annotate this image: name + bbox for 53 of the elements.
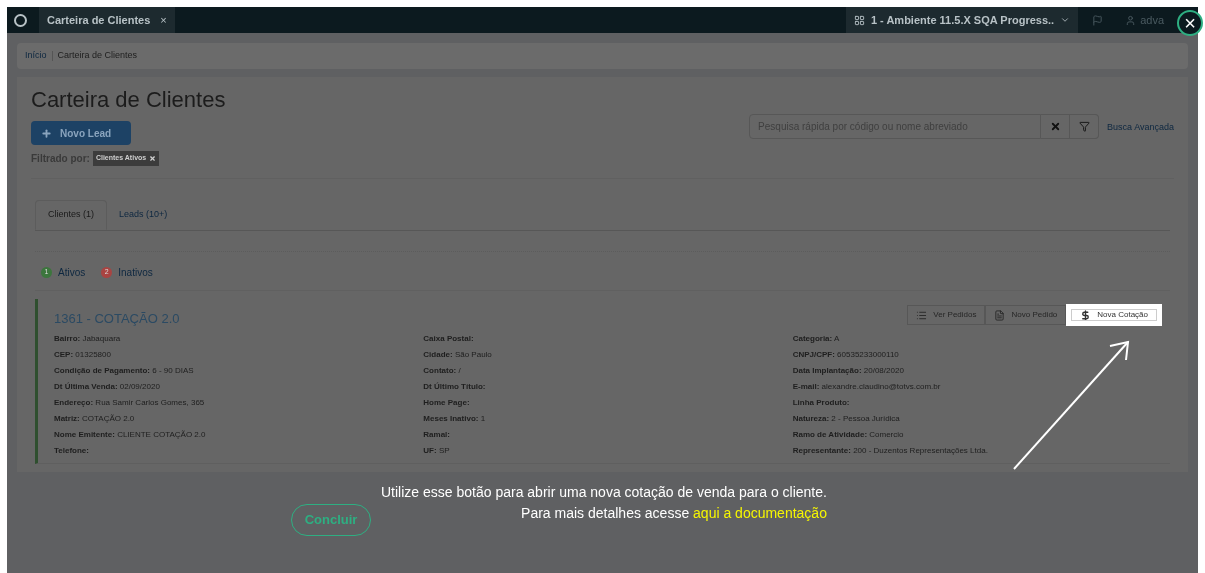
flag-icon[interactable] (1092, 14, 1104, 26)
plus-icon (41, 127, 52, 139)
environment-dropdown[interactable]: 1 - Ambiente 11.5.X SQA Progress.. (845, 7, 1079, 33)
list-icon (916, 309, 928, 321)
close-icon[interactable]: × (160, 11, 167, 29)
dollar-icon (1080, 309, 1092, 321)
logo-icon (14, 13, 27, 27)
field-text: UF: SP (423, 444, 451, 457)
documentation-link[interactable]: aqui a documentação (693, 504, 827, 521)
user-menu[interactable]: adva (1117, 7, 1168, 33)
field-text: Dt Última Venda: 02/09/2020 (54, 380, 161, 393)
field-text: Nome Emitente: CLIENTE COTAÇÃO 2.0 (54, 428, 207, 441)
field-text: Dt Último Título: (423, 380, 487, 393)
clear-icon[interactable] (1041, 114, 1071, 139)
breadcrumb-current: Carteira de Clientes (57, 49, 138, 63)
page-title: Carteira de Clientes (31, 86, 227, 114)
tour-text: Para mais detalhes acesse aqui a documentação (521, 503, 827, 523)
client-title[interactable]: 1361 - COTAÇÃO 2.0 (54, 309, 908, 329)
field-text: Ramo de Atividade: Comercio (792, 428, 905, 441)
caret-icon (1060, 15, 1071, 25)
field-text: E-mail: alexandre.claudino@totvs.com.br (792, 380, 942, 393)
remove-icon[interactable] (149, 155, 157, 162)
tab[interactable]: Leads (10+) (107, 200, 180, 230)
field-text: Ramal: (423, 428, 451, 441)
field-text: Telefone: (54, 444, 90, 457)
app-tab[interactable]: Carteira de Clientes × (39, 7, 175, 33)
field-text: CNPJ/CPF: 60535233000110 (792, 348, 900, 361)
field-text: Matriz: COTAÇÃO 2.0 (54, 412, 136, 425)
field-text: Caixa Postal: (423, 332, 475, 345)
breadcrumb-link[interactable]: Início (25, 49, 47, 63)
field-text: Contato: / (423, 364, 462, 377)
legend-link[interactable]: Inativos (118, 265, 153, 280)
filter-icon[interactable] (1070, 114, 1100, 139)
new-lead-button[interactable]: Novo Lead (31, 121, 131, 145)
legend-link[interactable]: Ativos (58, 265, 86, 280)
field-text: Categoria: A (792, 332, 841, 345)
field-text: Endereço: Rua Samir Carlos Gomes, 365 (54, 396, 206, 409)
action-button[interactable]: Nova Cotação (1066, 304, 1162, 326)
user-icon (1125, 14, 1137, 26)
field-text: Data Implantação: 20/08/2020 (792, 364, 905, 377)
tour-text: Utilize esse botão para abrir uma nova cotação de venda para o cliente. (381, 482, 827, 502)
field-text: Representante: 200 - Duzentos Representações Ltda. (792, 444, 989, 457)
grid-icon (853, 14, 865, 26)
field-text: Linha Produto: (792, 396, 851, 409)
file-icon (994, 309, 1006, 321)
field-text: Natureza: 2 - Pessoa Jurídica (792, 412, 901, 425)
tab[interactable]: Clientes (1) (35, 200, 107, 230)
field-text: Cidade: São Paulo (423, 348, 493, 361)
field-text: Bairro: Jabaquara (54, 332, 122, 345)
field-text: Home Page: (423, 396, 471, 409)
advanced-search-link[interactable]: Busca Avançada (1107, 121, 1174, 135)
close-button[interactable]: × (1177, 10, 1203, 36)
field-text: CEP: 01325800 (54, 348, 112, 361)
